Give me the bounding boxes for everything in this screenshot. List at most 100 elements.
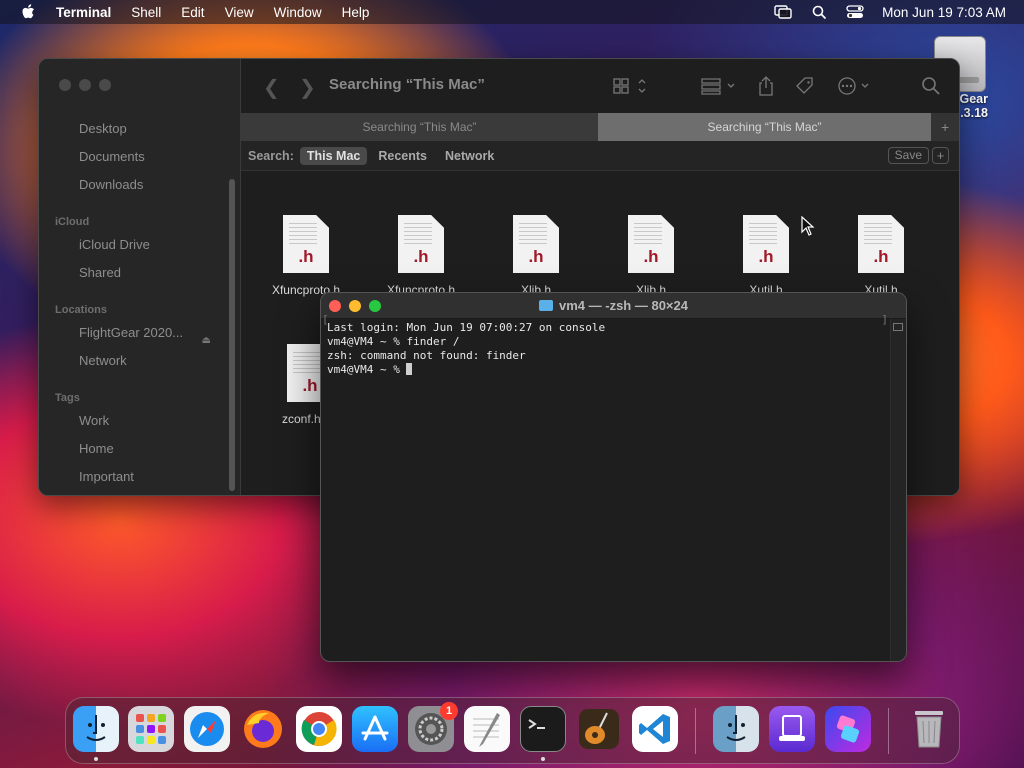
- dock-running-indicator: [94, 757, 98, 761]
- sidebar-scrollbar[interactable]: [229, 179, 235, 491]
- dock-terminal-icon[interactable]: [520, 706, 566, 752]
- terminal-titlebar[interactable]: vm4 — -zsh — 80×24: [321, 293, 906, 319]
- sidebar-item-desktop[interactable]: Desktop: [39, 115, 241, 143]
- file-ext: .h: [873, 247, 889, 266]
- terminal-line: Last login: Mon Jun 19 07:00:27 on conso…: [327, 321, 606, 334]
- menu-view[interactable]: View: [225, 5, 254, 20]
- sidebar-item-documents[interactable]: Documents: [39, 143, 241, 171]
- header-file-icon: .h: [513, 215, 559, 273]
- scope-this-mac[interactable]: This Mac: [299, 146, 368, 165]
- mark-bracket-left: [: [322, 313, 329, 326]
- terminal-cursor: [406, 363, 413, 375]
- header-file-icon: .h: [858, 215, 904, 273]
- minimize-button[interactable]: [79, 79, 91, 91]
- sidebar-header-tags: Tags: [55, 392, 80, 404]
- file-item[interactable]: .h Xlib.h: [486, 215, 586, 297]
- mark-bracket-right: ]: [881, 313, 888, 326]
- file-ext: .h: [298, 247, 314, 266]
- forward-icon[interactable]: ❯: [299, 75, 316, 100]
- sidebar-header-icloud: iCloud: [55, 216, 90, 228]
- terminal-scrollbar[interactable]: [890, 319, 906, 661]
- add-criteria-button[interactable]: +: [932, 147, 949, 164]
- file-item[interactable]: .h Xlib.h: [601, 215, 701, 297]
- terminal-output[interactable]: Last login: Mon Jun 19 07:00:27 on conso…: [321, 319, 906, 661]
- dock-finder-alt-icon[interactable]: [713, 706, 759, 752]
- sidebar-item-shared[interactable]: Shared: [39, 259, 241, 287]
- file-ext: .h: [643, 247, 659, 266]
- more-actions-icon[interactable]: [837, 75, 873, 97]
- header-file-icon: .h: [743, 215, 789, 273]
- dock-separator: [695, 708, 696, 754]
- sidebar-item-tag-work[interactable]: Work: [39, 407, 241, 435]
- dock-app-store-icon[interactable]: [352, 706, 398, 752]
- search-icon[interactable]: [921, 75, 941, 97]
- group-icon[interactable]: [701, 75, 739, 97]
- finder-tab-bar: Searching “This Mac” Searching “This Mac…: [241, 113, 959, 141]
- sidebar-item-network[interactable]: Network: [39, 347, 241, 375]
- dock-finder-icon[interactable]: [73, 706, 119, 752]
- new-tab-button[interactable]: +: [931, 113, 959, 141]
- finder-sidebar: Desktop Documents Downloads iCloud iClou…: [39, 59, 241, 495]
- finder-traffic-lights: [59, 79, 111, 91]
- dock-running-indicator: [541, 757, 545, 761]
- share-icon[interactable]: [757, 75, 775, 97]
- sidebar-list: Desktop Documents Downloads iCloud iClou…: [39, 115, 241, 491]
- scope-network[interactable]: Network: [438, 147, 501, 165]
- control-center-icon[interactable]: [846, 4, 864, 20]
- dock-textedit-icon[interactable]: [464, 706, 510, 752]
- dock-vscode-icon[interactable]: [632, 706, 678, 752]
- spotlight-search-icon[interactable]: [810, 4, 828, 20]
- finder-title: Searching “This Mac”: [329, 76, 485, 93]
- close-button[interactable]: [59, 79, 71, 91]
- menu-edit[interactable]: Edit: [181, 5, 204, 20]
- search-scope-label: Search:: [248, 148, 294, 163]
- sidebar-item-flightgear-label: FlightGear 2020...: [79, 325, 184, 340]
- dock-garageband-icon[interactable]: [576, 706, 622, 752]
- sidebar-item-downloads[interactable]: Downloads: [39, 171, 241, 199]
- search-scope-bar: Search: This Mac Recents Network Save +: [241, 141, 959, 171]
- file-item[interactable]: .h Xfuncproto.h: [256, 215, 356, 297]
- zoom-button[interactable]: [99, 79, 111, 91]
- menu-window[interactable]: Window: [274, 5, 322, 20]
- back-icon[interactable]: ❮: [263, 75, 280, 100]
- file-item[interactable]: .h Xutil.h: [831, 215, 931, 297]
- tab-search-1[interactable]: Searching “This Mac”: [241, 113, 598, 141]
- split-pane-icon[interactable]: [893, 323, 903, 331]
- tab-search-2[interactable]: Searching “This Mac”: [598, 113, 932, 141]
- dock-launchpad-icon[interactable]: [128, 706, 174, 752]
- dock-trash-icon[interactable]: [906, 706, 952, 752]
- file-ext: .h: [413, 247, 429, 266]
- sidebar-item-flightgear[interactable]: FlightGear 2020... ⏏: [39, 319, 241, 347]
- dock-shortcuts-icon[interactable]: [825, 706, 871, 752]
- terminal-title: vm4 — -zsh — 80×24: [321, 298, 906, 313]
- file-ext: .h: [528, 247, 544, 266]
- dock-system-preferences-icon[interactable]: 1: [408, 702, 458, 752]
- tag-icon[interactable]: [795, 75, 815, 97]
- terminal-title-text: vm4 — -zsh — 80×24: [559, 298, 688, 313]
- dock-firefox-icon[interactable]: [240, 706, 286, 752]
- dock-safari-icon[interactable]: [184, 706, 230, 752]
- dock: 1: [65, 697, 960, 764]
- sidebar-item-icloud-drive[interactable]: iCloud Drive: [39, 231, 241, 259]
- dock-chrome-icon[interactable]: [296, 706, 342, 752]
- menu-shell[interactable]: Shell: [131, 5, 161, 20]
- sidebar-item-tag-important[interactable]: Important: [39, 463, 241, 491]
- sidebar-item-tag-home[interactable]: Home: [39, 435, 241, 463]
- notification-badge: 1: [440, 702, 458, 720]
- file-ext: .h: [758, 247, 774, 266]
- sidebar-header-locations: Locations: [55, 304, 107, 316]
- scope-recents[interactable]: Recents: [371, 147, 434, 165]
- menu-app-name[interactable]: Terminal: [56, 5, 111, 20]
- apple-menu-icon[interactable]: [18, 2, 38, 22]
- save-search-button[interactable]: Save: [887, 147, 929, 164]
- menu-clock[interactable]: Mon Jun 19 7:03 AM: [882, 5, 1006, 20]
- menu-help[interactable]: Help: [342, 5, 370, 20]
- terminal-window: vm4 — -zsh — 80×24 Last login: Mon Jun 1…: [320, 292, 907, 662]
- terminal-prompt: vm4@VM4 ~ %: [327, 363, 407, 376]
- file-item[interactable]: .h Xfuncproto.h: [371, 215, 471, 297]
- dock-simulator-icon[interactable]: [769, 706, 815, 752]
- view-icons-icon[interactable]: [613, 75, 649, 97]
- screen-mirroring-icon[interactable]: [774, 4, 792, 20]
- header-file-icon: .h: [398, 215, 444, 273]
- dock-separator: [888, 708, 889, 754]
